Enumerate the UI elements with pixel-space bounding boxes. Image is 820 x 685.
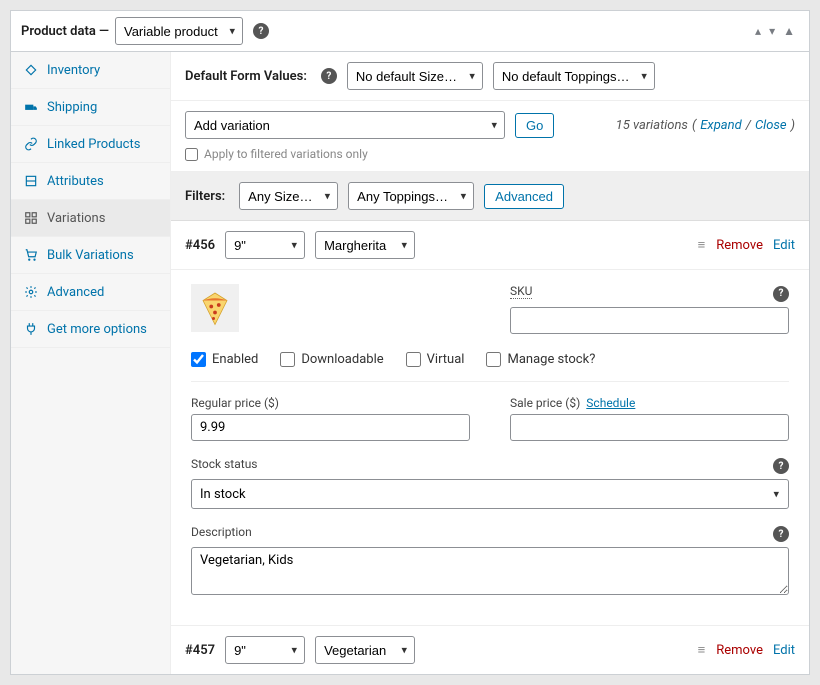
- description-label: Description: [191, 525, 252, 539]
- tab-inventory[interactable]: Inventory: [11, 52, 170, 89]
- edit-link[interactable]: Edit: [773, 643, 795, 658]
- help-icon[interactable]: ?: [321, 68, 337, 84]
- variations-icon: [23, 210, 39, 226]
- variation-topping-select[interactable]: Margherita: [315, 231, 415, 259]
- default-size-select[interactable]: No default Size…: [347, 62, 483, 90]
- variation-header-456[interactable]: #456 9" Margherita ≡ Remove Edit: [171, 221, 809, 270]
- sale-price-input[interactable]: [510, 414, 789, 441]
- variation-checkboxes: Enabled Downloadable Virtual Manage stoc…: [191, 338, 789, 382]
- manage-stock-checkbox-label[interactable]: Manage stock?: [486, 352, 595, 367]
- description-textarea[interactable]: Vegetarian, Kids: [191, 547, 789, 595]
- variation-topping-select[interactable]: Vegetarian: [315, 636, 415, 664]
- variation-image[interactable]: [191, 284, 239, 332]
- tab-label: Linked Products: [47, 137, 140, 152]
- drag-handle-icon[interactable]: ≡: [698, 237, 707, 253]
- tab-label: Variations: [47, 211, 105, 226]
- downloadable-checkbox-label[interactable]: Downloadable: [280, 352, 383, 367]
- drag-handle-icon[interactable]: ≡: [698, 642, 707, 658]
- apply-filtered-label: Apply to filtered variations only: [204, 147, 368, 161]
- default-form-values-row: Default Form Values: ? No default Size… …: [171, 52, 809, 101]
- gear-icon: [23, 284, 39, 300]
- link-icon: [23, 136, 39, 152]
- variation-body-456: SKU ? Enabled Downloadable: [171, 270, 809, 626]
- tab-attributes[interactable]: Attributes: [11, 163, 170, 200]
- regular-price-label: Regular price ($): [191, 396, 470, 410]
- filter-size-select[interactable]: Any Size…: [239, 182, 338, 210]
- virtual-checkbox-label[interactable]: Virtual: [406, 352, 465, 367]
- attributes-icon: [23, 173, 39, 189]
- variation-size-select[interactable]: 9": [225, 636, 305, 664]
- edit-link[interactable]: Edit: [773, 238, 795, 253]
- filters-row: Filters: Any Size… Any Toppings… Advance…: [171, 172, 809, 221]
- tab-label: Attributes: [47, 174, 104, 189]
- tab-linked-products[interactable]: Linked Products: [11, 126, 170, 163]
- panel-header: Product data — Variable product ? ▴ ▾ ▲: [11, 11, 809, 52]
- add-variation-row: Add variation Go 15 variations ( Expand …: [171, 101, 809, 143]
- tab-label: Bulk Variations: [47, 248, 134, 263]
- variations-count: 15 variations: [616, 118, 688, 133]
- caret-up-icon[interactable]: ▴: [751, 22, 765, 40]
- product-tabs: Inventory Shipping Linked Products Attri…: [11, 52, 171, 674]
- help-icon[interactable]: ?: [773, 458, 789, 474]
- panel-title: Product data —: [21, 24, 109, 39]
- shipping-icon: [23, 99, 39, 115]
- sku-input[interactable]: [510, 307, 789, 334]
- filters-label: Filters:: [185, 189, 225, 204]
- tab-label: Shipping: [47, 100, 97, 115]
- product-type-select[interactable]: Variable product: [115, 17, 243, 45]
- expand-link[interactable]: Expand: [700, 118, 741, 133]
- tab-advanced[interactable]: Advanced: [11, 274, 170, 311]
- default-toppings-select[interactable]: No default Toppings…: [493, 62, 655, 90]
- cart-icon: [23, 247, 39, 263]
- regular-price-input[interactable]: [191, 414, 470, 441]
- plug-icon: [23, 321, 39, 337]
- help-icon[interactable]: ?: [773, 526, 789, 542]
- close-link[interactable]: Close: [755, 118, 787, 133]
- remove-link[interactable]: Remove: [716, 643, 763, 658]
- default-values-label: Default Form Values:: [185, 69, 307, 84]
- virtual-checkbox[interactable]: [406, 352, 421, 367]
- apply-filtered-checkbox[interactable]: [185, 148, 198, 161]
- help-icon[interactable]: ?: [773, 286, 789, 302]
- add-variation-select[interactable]: Add variation: [185, 111, 505, 139]
- stock-status-label: Stock status: [191, 457, 258, 471]
- variation-id: #457: [185, 643, 215, 658]
- sale-price-label: Sale price ($): [510, 396, 580, 410]
- enabled-checkbox[interactable]: [191, 352, 206, 367]
- inventory-icon: [23, 62, 39, 78]
- tab-label: Inventory: [47, 63, 100, 78]
- variation-header-457[interactable]: #457 9" Vegetarian ≡ Remove Edit: [171, 626, 809, 674]
- product-data-panel: Product data — Variable product ? ▴ ▾ ▲ …: [10, 10, 810, 675]
- tab-variations[interactable]: Variations: [11, 200, 170, 237]
- variations-content: Default Form Values: ? No default Size… …: [171, 52, 809, 674]
- sku-label: SKU: [510, 284, 532, 299]
- variation-size-select[interactable]: 9": [225, 231, 305, 259]
- enabled-checkbox-label[interactable]: Enabled: [191, 352, 258, 367]
- stock-status-select[interactable]: In stock: [191, 479, 789, 509]
- variation-id: #456: [185, 238, 215, 253]
- schedule-link[interactable]: Schedule: [586, 396, 635, 410]
- tab-more-options[interactable]: Get more options: [11, 311, 170, 348]
- apply-filtered-row: Apply to filtered variations only: [171, 143, 809, 172]
- filters-advanced-button[interactable]: Advanced: [484, 184, 564, 209]
- remove-link[interactable]: Remove: [716, 238, 763, 253]
- help-icon[interactable]: ?: [253, 23, 269, 39]
- tab-label: Advanced: [47, 285, 104, 300]
- downloadable-checkbox[interactable]: [280, 352, 295, 367]
- tab-label: Get more options: [47, 322, 147, 337]
- toggle-triangle-icon[interactable]: ▲: [779, 22, 799, 40]
- caret-down-icon[interactable]: ▾: [765, 22, 779, 40]
- manage-stock-checkbox[interactable]: [486, 352, 501, 367]
- go-button[interactable]: Go: [515, 113, 554, 138]
- tab-shipping[interactable]: Shipping: [11, 89, 170, 126]
- tab-bulk-variations[interactable]: Bulk Variations: [11, 237, 170, 274]
- filter-toppings-select[interactable]: Any Toppings…: [348, 182, 474, 210]
